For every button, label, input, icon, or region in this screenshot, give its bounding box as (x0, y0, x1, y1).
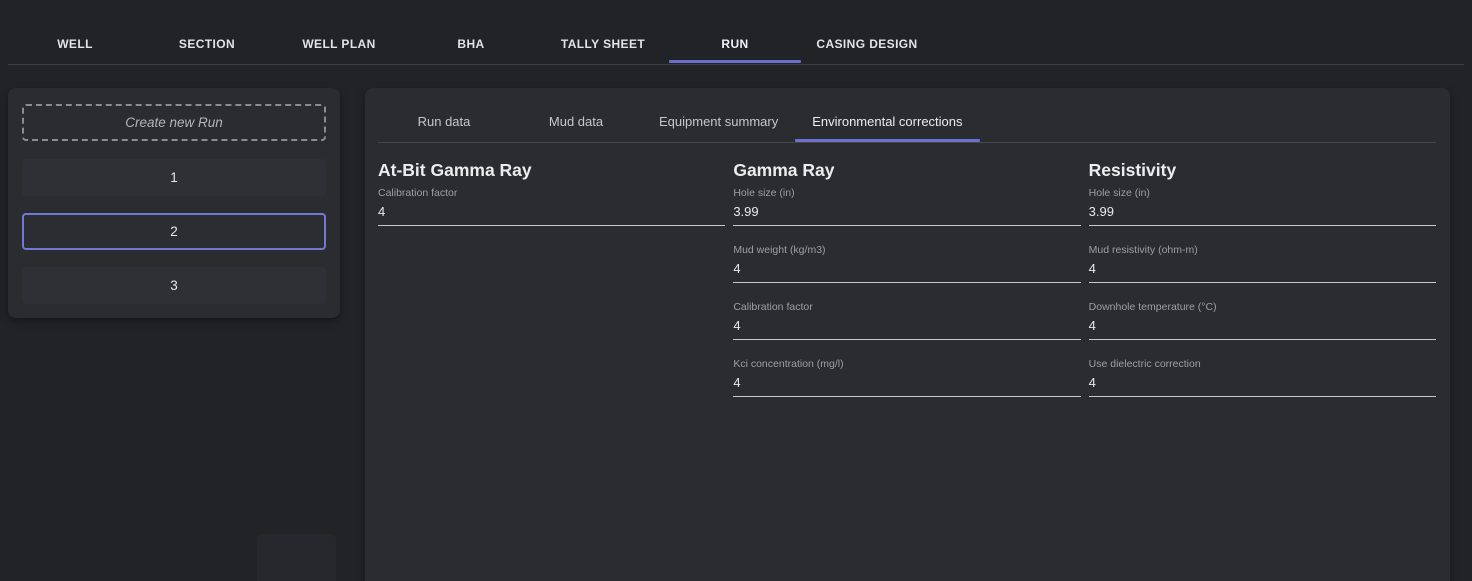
calibration-factor-input[interactable]: 4 (378, 204, 725, 226)
run-item-3[interactable]: 3 (22, 267, 326, 304)
section-at-bit-gamma-ray: At-Bit Gamma Ray Calibration factor 4 (378, 159, 725, 415)
dielectric-correction-input[interactable]: 4 (1089, 375, 1436, 397)
hole-size-input[interactable]: 3.99 (733, 204, 1080, 226)
run-item-2[interactable]: 2 (22, 213, 326, 250)
kci-concentration-input[interactable]: 4 (733, 375, 1080, 397)
nav-tab-run[interactable]: RUN (669, 24, 801, 64)
section-title: Gamma Ray (733, 159, 1080, 181)
mud-weight-input[interactable]: 4 (733, 261, 1080, 283)
section-title: At-Bit Gamma Ray (378, 159, 725, 181)
nav-tab-label: BHA (457, 37, 484, 51)
field-label: Mud weight (kg/m3) (733, 244, 1080, 257)
field-calibration-factor: Calibration factor 4 (733, 301, 1080, 340)
hole-size-input[interactable]: 3.99 (1089, 204, 1436, 226)
field-label: Kci concentration (mg/l) (733, 358, 1080, 371)
tab-label: Run data (418, 114, 471, 129)
corrections-columns: At-Bit Gamma Ray Calibration factor 4 Ga… (378, 143, 1436, 415)
main-nav-tabs: WELL SECTION WELL PLAN BHA TALLY SHEET R… (9, 24, 933, 64)
nav-tab-label: RUN (721, 37, 748, 51)
nav-tab-well-plan[interactable]: WELL PLAN (273, 24, 405, 64)
calibration-factor-input[interactable]: 4 (733, 318, 1080, 340)
downhole-temperature-input[interactable]: 4 (1089, 318, 1436, 340)
field-label: Downhole temperature (°C) (1089, 301, 1436, 314)
section-title: Resistivity (1089, 159, 1436, 181)
run-detail-tabs: Run data Mud data Equipment summary Envi… (378, 88, 980, 142)
partial-hidden-element (257, 534, 336, 581)
nav-tab-label: SECTION (179, 37, 235, 51)
top-navbar: WELL SECTION WELL PLAN BHA TALLY SHEET R… (0, 0, 1472, 65)
nav-tab-label: CASING DESIGN (816, 37, 917, 51)
field-label: Hole size (in) (733, 187, 1080, 200)
run-details-panel: Run data Mud data Equipment summary Envi… (365, 88, 1450, 581)
nav-tab-label: WELL (57, 37, 93, 51)
tab-equipment-summary[interactable]: Equipment summary (642, 88, 795, 142)
field-downhole-temperature: Downhole temperature (°C) 4 (1089, 301, 1436, 340)
field-label: Use dielectric correction (1089, 358, 1436, 371)
run-item-1[interactable]: 1 (22, 159, 326, 196)
mud-resistivity-input[interactable]: 4 (1089, 261, 1436, 283)
field-label: Calibration factor (733, 301, 1080, 314)
field-hole-size: Hole size (in) 3.99 (733, 187, 1080, 226)
section-resistivity: Resistivity Hole size (in) 3.99 Mud resi… (1089, 159, 1436, 415)
tab-mud-data[interactable]: Mud data (510, 88, 642, 142)
field-mud-resistivity: Mud resistivity (ohm-m) 4 (1089, 244, 1436, 283)
nav-tab-tally-sheet[interactable]: TALLY SHEET (537, 24, 669, 64)
nav-tab-label: TALLY SHEET (561, 37, 645, 51)
field-label: Calibration factor (378, 187, 725, 200)
nav-tab-well[interactable]: WELL (9, 24, 141, 64)
navbar-divider (8, 64, 1464, 65)
field-calibration-factor: Calibration factor 4 (378, 187, 725, 226)
tab-environmental-corrections[interactable]: Environmental corrections (795, 88, 979, 142)
active-tab-indicator (669, 60, 801, 63)
nav-tab-label: WELL PLAN (302, 37, 375, 51)
field-kci-concentration: Kci concentration (mg/l) 4 (733, 358, 1080, 397)
tab-label: Equipment summary (659, 114, 778, 129)
field-dielectric-correction: Use dielectric correction 4 (1089, 358, 1436, 397)
section-gamma-ray: Gamma Ray Hole size (in) 3.99 Mud weight… (733, 159, 1080, 415)
field-label: Hole size (in) (1089, 187, 1436, 200)
nav-tab-section[interactable]: SECTION (141, 24, 273, 64)
nav-tab-bha[interactable]: BHA (405, 24, 537, 64)
tab-label: Mud data (549, 114, 603, 129)
field-label: Mud resistivity (ohm-m) (1089, 244, 1436, 257)
tab-label: Environmental corrections (812, 114, 962, 129)
field-mud-weight: Mud weight (kg/m3) 4 (733, 244, 1080, 283)
create-new-run-button[interactable]: Create new Run (22, 104, 326, 141)
nav-tab-casing-design[interactable]: CASING DESIGN (801, 24, 933, 64)
tab-run-data[interactable]: Run data (378, 88, 510, 142)
field-hole-size: Hole size (in) 3.99 (1089, 187, 1436, 226)
run-list-panel: Create new Run 1 2 3 (8, 88, 340, 318)
